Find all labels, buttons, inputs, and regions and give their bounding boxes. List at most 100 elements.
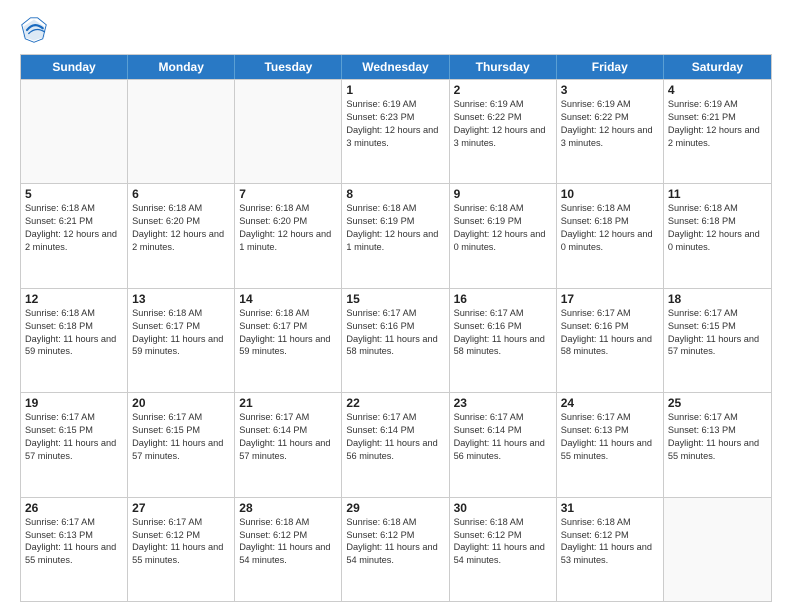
sunrise-text: Sunrise: 6:18 AM: [239, 203, 309, 213]
day-cell-28: 28Sunrise: 6:18 AMSunset: 6:12 PMDayligh…: [235, 498, 342, 601]
sunset-text: Sunset: 6:17 PM: [239, 321, 307, 331]
sunrise-text: Sunrise: 6:17 AM: [346, 308, 416, 318]
day-cell-3: 3Sunrise: 6:19 AMSunset: 6:22 PMDaylight…: [557, 80, 664, 183]
day-cell-1: 1Sunrise: 6:19 AMSunset: 6:23 PMDaylight…: [342, 80, 449, 183]
day-number: 6: [132, 187, 230, 201]
sunset-text: Sunset: 6:17 PM: [132, 321, 200, 331]
day-cell-27: 27 Sunrise: 6:17 AM Sunset: 6:12 PM Dayligh…: [128, 498, 235, 601]
sunrise-text: Sunrise: 6:19 AM: [454, 99, 524, 109]
sunset-text: Sunset: 6:21 PM: [25, 216, 93, 226]
day-number: 13: [132, 292, 230, 306]
daylight-text: Daylight: 12 hours and 3 minutes.: [346, 125, 438, 148]
day-cell-14: 14Sunrise: 6:18 AMSunset: 6:17 PMDayligh…: [235, 289, 342, 392]
cell-info: Sunrise: 6:17 AMSunset: 6:13 PMDaylight:…: [668, 411, 767, 463]
daylight-text: Daylight: 12 hours and 1 minute.: [346, 229, 438, 252]
cell-info: Sunrise: 6:17 AMSunset: 6:13 PMDaylight:…: [25, 516, 123, 568]
sunset-text: Sunset: 6:14 PM: [239, 425, 307, 435]
sunset-text: Sunset: 6:23 PM: [346, 112, 414, 122]
sunrise-text: Sunrise: 6:17 AM: [346, 412, 416, 422]
day-cell-30: 30Sunrise: 6:18 AMSunset: 6:12 PMDayligh…: [450, 498, 557, 601]
cell-info: Sunrise: 6:17 AMSunset: 6:15 PMDaylight:…: [668, 307, 767, 359]
day-header-wednesday: Wednesday: [342, 55, 449, 79]
daylight-text: Daylight: 11 hours and 55 minutes.: [25, 542, 116, 565]
sunrise-text: Sunrise: 6:19 AM: [561, 99, 631, 109]
cell-info: Sunrise: 6:17 AM Sunset: 6:12 PM Daylight:…: [132, 516, 230, 568]
empty-cell: [235, 80, 342, 183]
day-cell-29: 29Sunrise: 6:18 AMSunset: 6:12 PMDayligh…: [342, 498, 449, 601]
sunset-text: Sunset: 6:22 PM: [454, 112, 522, 122]
day-number: 15: [346, 292, 444, 306]
sunrise-text: Sunrise: 6:18 AM: [561, 203, 631, 213]
sunset-text: Sunset: 6:13 PM: [668, 425, 736, 435]
day-number: 2: [454, 83, 552, 97]
cell-info: Sunrise: 6:17 AMSunset: 6:14 PMDaylight:…: [454, 411, 552, 463]
calendar: SundayMondayTuesdayWednesdayThursdayFrid…: [20, 54, 772, 602]
daylight-text: Daylight: 11 hours and 57 minutes.: [132, 438, 223, 461]
calendar-week-2: 5Sunrise: 6:18 AMSunset: 6:21 PMDaylight…: [21, 183, 771, 287]
sunrise-text: Sunrise: 6:18 AM: [25, 308, 95, 318]
sunset-text: Sunset: 6:12 PM: [132, 530, 200, 540]
sunset-text: Sunset: 6:14 PM: [346, 425, 414, 435]
day-number: 10: [561, 187, 659, 201]
day-cell-6: 6Sunrise: 6:18 AMSunset: 6:20 PMDaylight…: [128, 184, 235, 287]
sunset-text: Sunset: 6:15 PM: [668, 321, 736, 331]
empty-cell: [128, 80, 235, 183]
day-number: 30: [454, 501, 552, 515]
cell-info: Sunrise: 6:17 AMSunset: 6:13 PMDaylight:…: [561, 411, 659, 463]
sunset-text: Sunset: 6:16 PM: [454, 321, 522, 331]
daylight-text: Daylight: 11 hours and 55 minutes.: [132, 542, 223, 565]
daylight-text: Daylight: 11 hours and 54 minutes.: [454, 542, 545, 565]
day-number: 7: [239, 187, 337, 201]
daylight-text: Daylight: 12 hours and 2 minutes.: [25, 229, 117, 252]
sunset-text: Sunset: 6:15 PM: [25, 425, 93, 435]
day-number: 11: [668, 187, 767, 201]
daylight-text: Daylight: 11 hours and 59 minutes.: [239, 334, 330, 357]
sunrise-text: Sunrise: 6:17 AM: [668, 412, 738, 422]
sunrise-text: Sunrise: 6:18 AM: [132, 203, 202, 213]
sunrise-text: Sunrise: 6:19 AM: [346, 99, 416, 109]
daylight-text: Daylight: 11 hours and 59 minutes.: [132, 334, 223, 357]
cell-info: Sunrise: 6:18 AMSunset: 6:12 PMDaylight:…: [346, 516, 444, 568]
daylight-text: Daylight: 12 hours and 0 minutes.: [668, 229, 760, 252]
day-cell-4: 4Sunrise: 6:19 AMSunset: 6:21 PMDaylight…: [664, 80, 771, 183]
daylight-text: Daylight: 11 hours and 58 minutes.: [346, 334, 437, 357]
day-cell-10: 10Sunrise: 6:18 AMSunset: 6:18 PMDayligh…: [557, 184, 664, 287]
sunrise-text: Sunrise: 6:17 AM: [239, 412, 309, 422]
day-number: 18: [668, 292, 767, 306]
daylight-text: Daylight: 12 hours and 1 minute.: [239, 229, 331, 252]
day-number: 21: [239, 396, 337, 410]
day-number: 25: [668, 396, 767, 410]
cell-info: Sunrise: 6:18 AMSunset: 6:17 PMDaylight:…: [132, 307, 230, 359]
sunset-text: Sunset: 6:20 PM: [239, 216, 307, 226]
day-number: 24: [561, 396, 659, 410]
cell-info: Sunrise: 6:18 AMSunset: 6:12 PMDaylight:…: [454, 516, 552, 568]
sunset-text: Sunset: 6:21 PM: [668, 112, 736, 122]
daylight-text: Daylight: 11 hours and 57 minutes.: [668, 334, 759, 357]
sunset-text: Sunset: 6:19 PM: [346, 216, 414, 226]
cell-info: Sunrise: 6:17 AMSunset: 6:16 PMDaylight:…: [454, 307, 552, 359]
cell-info: Sunrise: 6:18 AMSunset: 6:21 PMDaylight:…: [25, 202, 123, 254]
day-number: 27: [132, 501, 230, 515]
daylight-text: Daylight: 11 hours and 56 minutes.: [346, 438, 437, 461]
page: SundayMondayTuesdayWednesdayThursdayFrid…: [0, 0, 792, 612]
sunrise-text: Sunrise: 6:17 AM: [132, 517, 202, 527]
day-number: 28: [239, 501, 337, 515]
sunset-text: Sunset: 6:15 PM: [132, 425, 200, 435]
day-cell-2: 2Sunrise: 6:19 AMSunset: 6:22 PMDaylight…: [450, 80, 557, 183]
cell-info: Sunrise: 6:17 AM Sunset: 6:14 PM Daylight:…: [346, 411, 444, 463]
daylight-text: Daylight: 11 hours and 59 minutes.: [25, 334, 116, 357]
daylight-text: Daylight: 11 hours and 56 minutes.: [454, 438, 545, 461]
sunset-text: Sunset: 6:12 PM: [239, 530, 307, 540]
empty-cell: [21, 80, 128, 183]
daylight-text: Daylight: 11 hours and 57 minutes.: [25, 438, 116, 461]
cell-info: Sunrise: 6:18 AMSunset: 6:12 PMDaylight:…: [561, 516, 659, 568]
day-header-tuesday: Tuesday: [235, 55, 342, 79]
day-number: 22: [346, 396, 444, 410]
day-number: 16: [454, 292, 552, 306]
daylight-text: Daylight: 12 hours and 3 minutes.: [561, 125, 653, 148]
day-number: 26: [25, 501, 123, 515]
cell-info: Sunrise: 6:19 AMSunset: 6:22 PMDaylight:…: [454, 98, 552, 150]
day-cell-31: 31Sunrise: 6:18 AMSunset: 6:12 PMDayligh…: [557, 498, 664, 601]
daylight-text: Daylight: 11 hours and 57 minutes.: [239, 438, 330, 461]
day-header-friday: Friday: [557, 55, 664, 79]
